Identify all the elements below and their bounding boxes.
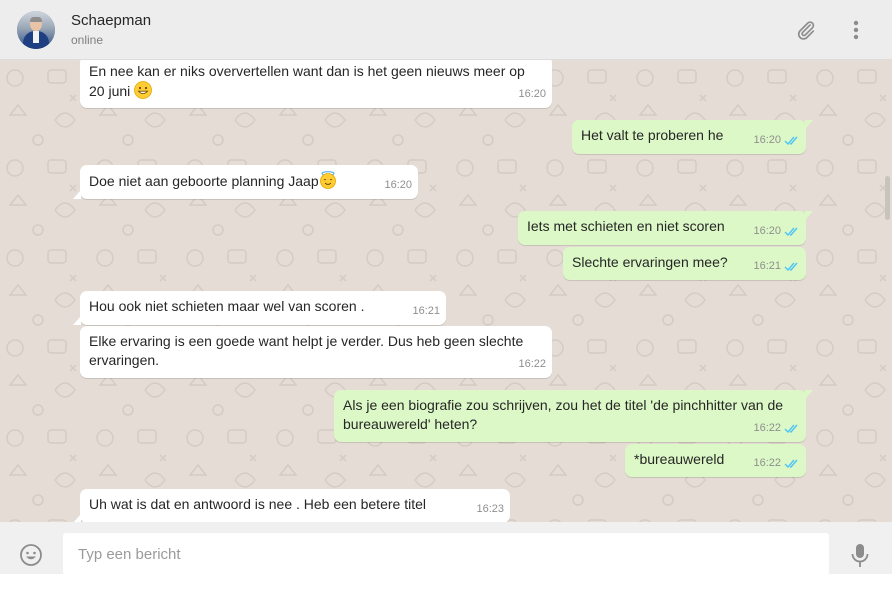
double-check-icon xyxy=(784,262,798,272)
contact-status: online xyxy=(71,33,104,47)
contact-avatar[interactable] xyxy=(17,11,55,49)
message-text: *bureauwereld xyxy=(634,451,725,467)
message-in-5[interactable]: Uh wat is dat en antwoord is nee . Heb e… xyxy=(73,489,510,522)
message-time: 16:21 xyxy=(753,260,781,272)
page-bottom xyxy=(0,574,892,610)
message-out-1[interactable]: Het valt te proberen he 16:20 xyxy=(572,120,813,154)
message-text: Slechte ervaringen mee? xyxy=(572,254,728,270)
message-list[interactable]: En nee kan er niks oververtellen want da… xyxy=(0,60,892,522)
scrollbar-thumb[interactable] xyxy=(885,176,890,220)
double-check-icon xyxy=(784,424,798,434)
message-input-box[interactable] xyxy=(63,533,829,575)
paperclip-icon[interactable] xyxy=(792,16,820,44)
grinning-face-emoji xyxy=(134,81,153,99)
message-out-5[interactable]: *bureauwereld 16:22 xyxy=(625,444,806,477)
message-input[interactable] xyxy=(76,544,816,564)
message-in-3[interactable]: Hou ook niet schieten maar wel van score… xyxy=(73,291,446,325)
message-in-4[interactable]: Elke ervaring is een goede want helpt je… xyxy=(80,326,552,378)
message-time: 16:20 xyxy=(753,225,781,237)
halo-face-emoji xyxy=(319,171,337,189)
message-in-1[interactable]: En nee kan er niks oververtellen want da… xyxy=(80,60,552,108)
more-vert-icon[interactable] xyxy=(842,16,870,44)
chat-header: Schaepman online xyxy=(0,0,892,60)
message-time: 16:22 xyxy=(753,422,781,434)
double-check-icon xyxy=(784,136,798,146)
message-text: Elke ervaring is een goede want helpt je… xyxy=(89,333,524,368)
message-text: Uh wat is dat en antwoord is nee . Heb e… xyxy=(89,496,426,512)
message-time: 16:20 xyxy=(753,134,781,146)
message-out-4[interactable]: Als je een biografie zou schrijven, zou … xyxy=(334,390,813,442)
message-time: 16:22 xyxy=(753,457,781,469)
double-check-icon xyxy=(784,459,798,469)
message-time: 16:22 xyxy=(518,358,546,370)
message-text: Iets met schieten en niet scoren xyxy=(527,218,725,234)
message-text: Doe niet aan geboorte planning Jaap xyxy=(89,173,319,189)
message-text: Als je een biografie zou schrijven, zou … xyxy=(343,397,784,432)
microphone-icon[interactable] xyxy=(850,543,870,569)
message-time: 16:21 xyxy=(412,305,440,317)
smiley-icon[interactable] xyxy=(19,543,43,567)
message-time: 16:23 xyxy=(476,503,504,515)
message-time: 16:20 xyxy=(384,179,412,191)
composer-bar xyxy=(0,522,892,575)
contact-name[interactable]: Schaepman xyxy=(71,12,151,29)
message-text: En nee kan er niks oververtellen want da… xyxy=(89,63,525,99)
message-in-2[interactable]: Doe niet aan geboorte planning Jaap 16:2… xyxy=(73,165,418,199)
message-text: Hou ook niet schieten maar wel van score… xyxy=(89,298,365,314)
double-check-icon xyxy=(784,227,798,237)
message-time: 16:20 xyxy=(518,88,546,100)
message-text: Het valt te proberen he xyxy=(581,127,724,143)
message-out-3[interactable]: Slechte ervaringen mee? 16:21 xyxy=(563,247,806,280)
message-out-2[interactable]: Iets met schieten en niet scoren 16:20 xyxy=(518,211,813,245)
